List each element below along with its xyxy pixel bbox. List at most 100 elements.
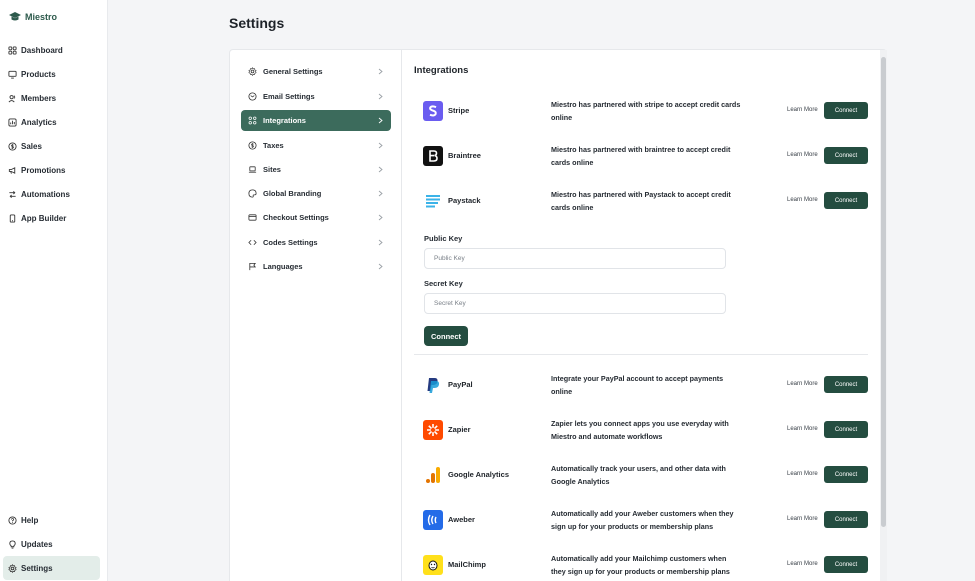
code-icon: [248, 239, 257, 246]
nav-item-promotions[interactable]: Promotions: [0, 158, 108, 182]
aweber-logo-icon: [423, 510, 443, 530]
nav-item-dashboard[interactable]: Dashboard: [0, 38, 108, 62]
chevron-right-icon: [378, 117, 383, 124]
google-analytics-logo-icon: [423, 465, 443, 485]
menu-item-general-settings[interactable]: General Settings: [241, 61, 391, 82]
connect-button[interactable]: Connect: [824, 466, 868, 483]
settings-card: General Settings Email Settings Integrat…: [229, 49, 887, 581]
integration-row-paystack: Paystack Miestro has partnered with Pays…: [402, 186, 880, 216]
menu-label: Email Settings: [263, 92, 315, 101]
nav-label: Products: [21, 69, 56, 79]
public-key-input[interactable]: [424, 248, 726, 269]
connect-button[interactable]: Connect: [824, 102, 868, 119]
nav-item-automations[interactable]: Automations: [0, 182, 108, 206]
dollar-icon: [8, 141, 17, 151]
menu-label: Global Branding: [263, 189, 322, 198]
menu-item-email-settings[interactable]: Email Settings: [241, 86, 391, 107]
integrations-icon: [248, 116, 257, 125]
arrows-icon: [9, 190, 16, 198]
integration-description: Miestro has partnered with braintree to …: [551, 145, 731, 167]
learn-more-link[interactable]: Learn More: [787, 516, 818, 522]
flag-icon: [249, 262, 257, 271]
nav-label: Promotions: [21, 165, 66, 175]
menu-label: Codes Settings: [263, 238, 318, 247]
learn-more-link[interactable]: Learn More: [787, 561, 818, 567]
nav-item-app-builder[interactable]: App Builder: [0, 206, 108, 230]
connect-button[interactable]: Connect: [824, 556, 868, 573]
nav-label: Members: [21, 93, 57, 103]
monitor-icon: [8, 70, 17, 79]
connect-button[interactable]: Connect: [824, 147, 868, 164]
nav-item-settings[interactable]: Settings: [3, 556, 100, 580]
nav-item-sales[interactable]: Sales: [0, 134, 108, 158]
chevron-right-icon: [378, 166, 383, 173]
zapier-logo-icon: [423, 420, 443, 440]
public-key-label: Public Key: [424, 234, 463, 243]
nav-label: Sales: [21, 141, 42, 151]
chevron-right-icon: [378, 239, 383, 246]
brand-logo[interactable]: Miestro: [8, 11, 57, 23]
connect-button[interactable]: Connect: [824, 376, 868, 393]
learn-more-link[interactable]: Learn More: [787, 197, 818, 203]
nav-label: Help: [21, 515, 39, 525]
nav-item-products[interactable]: Products: [0, 62, 108, 86]
menu-item-languages[interactable]: Languages: [241, 256, 391, 277]
paystack-connect-button[interactable]: Connect: [424, 326, 468, 346]
brand-name: Miestro: [25, 12, 58, 22]
nav-item-members[interactable]: Members: [0, 86, 108, 110]
menu-item-checkout-settings[interactable]: Checkout Settings: [241, 207, 391, 228]
nav-item-updates[interactable]: Updates: [0, 532, 108, 556]
gear-icon: [8, 563, 17, 573]
learn-more-link[interactable]: Learn More: [787, 107, 818, 113]
section-title: Integrations: [414, 65, 469, 76]
integrations-panel: Integrations Stripe Miestro has partnere…: [402, 50, 880, 581]
settings-menu: General Settings Email Settings Integrat…: [230, 50, 402, 581]
connect-button[interactable]: Connect: [824, 511, 868, 528]
stripe-logo-icon: [423, 101, 443, 121]
integration-row-zapier: Zapier Zapier lets you connect apps you …: [402, 415, 880, 445]
learn-more-link[interactable]: Learn More: [787, 471, 818, 477]
nav-label: App Builder: [21, 213, 67, 223]
connect-button[interactable]: Connect: [824, 421, 868, 438]
menu-item-sites[interactable]: Sites: [241, 159, 391, 180]
nav-item-help[interactable]: Help: [0, 508, 108, 532]
nav-item-analytics[interactable]: Analytics: [0, 110, 108, 134]
menu-item-global-branding[interactable]: Global Branding: [241, 183, 391, 204]
menu-label: Taxes: [263, 141, 284, 150]
secret-key-input[interactable]: [424, 293, 726, 314]
dollar-icon: [248, 141, 257, 150]
chevron-right-icon: [378, 190, 383, 197]
menu-label: Checkout Settings: [263, 213, 329, 222]
menu-item-taxes[interactable]: Taxes: [241, 135, 391, 156]
learn-more-link[interactable]: Learn More: [787, 152, 818, 158]
integration-row-google-analytics: Google Analytics Automatically track you…: [402, 460, 880, 490]
chevron-right-icon: [378, 142, 383, 149]
menu-label: Sites: [263, 165, 281, 174]
menu-item-codes-settings[interactable]: Codes Settings: [241, 232, 391, 253]
integration-row-stripe: Stripe Miestro has partnered with stripe…: [402, 96, 880, 126]
nav-label: Settings: [21, 563, 53, 573]
cart-icon: [248, 214, 257, 221]
app-sidebar: Miestro Dashboard Products Members Analy…: [0, 0, 108, 581]
laptop-icon: [248, 166, 257, 173]
integration-name: MailChimp: [448, 560, 486, 569]
integration-row-aweber: Aweber Automatically add your Aweber cus…: [402, 505, 880, 535]
integration-name: Paystack: [448, 196, 481, 205]
paystack-logo-icon: [423, 191, 443, 211]
integration-name: Google Analytics: [448, 470, 509, 479]
mailchimp-logo-icon: [423, 555, 443, 575]
nav-label: Dashboard: [21, 45, 63, 55]
menu-item-integrations[interactable]: Integrations: [241, 110, 391, 131]
integration-row-mailchimp: MailChimp Automatically add your Mailchi…: [402, 550, 880, 580]
learn-more-link[interactable]: Learn More: [787, 381, 818, 387]
braintree-logo-icon: [423, 146, 443, 166]
graduation-cap-icon: [9, 12, 21, 21]
help-icon: [8, 515, 17, 525]
menu-label: Integrations: [263, 116, 306, 125]
scrollbar-thumb[interactable]: [881, 57, 886, 527]
learn-more-link[interactable]: Learn More: [787, 426, 818, 432]
integration-description: Automatically add your Aweber customers …: [551, 509, 734, 531]
chevron-right-icon: [378, 68, 383, 75]
nav-label: Updates: [21, 539, 53, 549]
connect-button[interactable]: Connect: [824, 192, 868, 209]
